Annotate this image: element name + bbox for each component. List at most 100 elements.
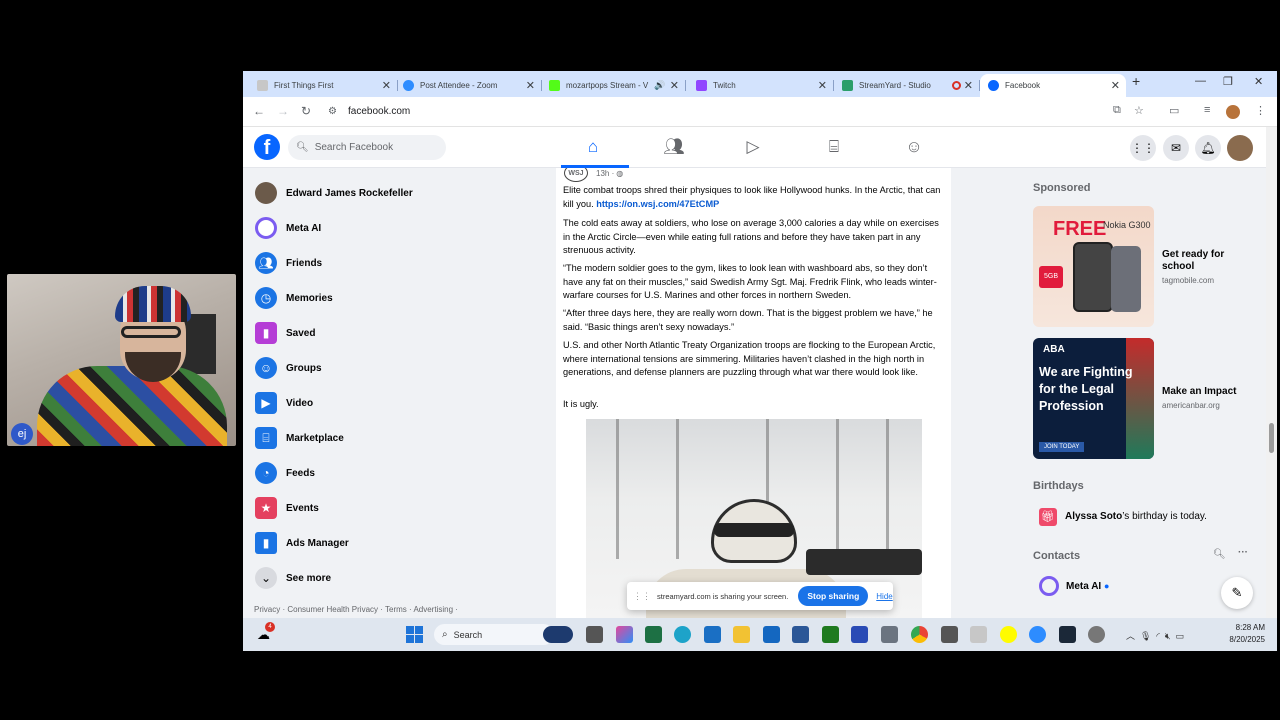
sidebar-item-events[interactable]: ★ Events xyxy=(255,496,319,520)
close-icon[interactable]: ✕ xyxy=(818,79,827,92)
task-view-icon[interactable] xyxy=(586,626,603,643)
snapchat-icon[interactable] xyxy=(1000,626,1017,643)
teams-icon[interactable] xyxy=(851,626,868,643)
marketplace-tab-icon[interactable]: ⌸ xyxy=(819,137,849,157)
friends-tab-icon[interactable]: 👥︎ xyxy=(659,137,689,157)
drag-handle-icon[interactable]: ⋮⋮ xyxy=(633,591,651,602)
cast-icon[interactable]: ▭ xyxy=(1169,104,1179,117)
close-icon[interactable]: ✕ xyxy=(382,79,391,92)
sidebar-item-see-more[interactable]: ⌄ See more xyxy=(255,566,331,590)
hide-button[interactable]: Hide xyxy=(876,592,892,601)
scrollbar-thumb[interactable] xyxy=(1269,423,1274,453)
ad-title[interactable]: Make an Impact xyxy=(1162,386,1252,398)
post-timestamp[interactable]: 13h · xyxy=(596,169,614,178)
ad-image-tagmobile[interactable]: FREE Nokia G300 5GB xyxy=(1033,206,1154,327)
camera-icon[interactable] xyxy=(941,626,958,643)
account-avatar[interactable] xyxy=(1227,135,1253,161)
windows-start-icon[interactable] xyxy=(406,626,423,643)
windows-taskbar: ☁ 4 ⌕ Search ︿ 🎙︎ ◜ 🔇︎ ▭ 8:28 AM 8/20/20… xyxy=(243,618,1277,651)
edge-icon[interactable] xyxy=(674,626,691,643)
sidebar-item-saved[interactable]: ▮ Saved xyxy=(255,321,315,345)
word-icon[interactable] xyxy=(792,626,809,643)
xbox-icon[interactable] xyxy=(822,626,839,643)
video-tab-icon[interactable]: ▷ xyxy=(738,137,768,157)
post-author-avatar[interactable]: WSJ xyxy=(564,168,588,182)
tab-twitch[interactable]: Twitch ✕ xyxy=(688,74,834,97)
right-sidebar: Sponsored FREE Nokia G300 5GB Get ready … xyxy=(963,168,1266,618)
post-link[interactable]: https://on.wsj.com/47EtCMP xyxy=(596,199,719,209)
more-menu-icon[interactable]: ⋮ xyxy=(1255,104,1266,117)
birthday-text[interactable]: Alyssa Soto’s birthday is today. xyxy=(1065,511,1207,522)
calculator-icon[interactable] xyxy=(881,626,898,643)
zoom-icon[interactable] xyxy=(1029,626,1046,643)
url-input[interactable]: facebook.com xyxy=(348,106,410,117)
close-icon[interactable]: ✕ xyxy=(1111,79,1120,92)
site-info-icon[interactable]: ⚙ xyxy=(328,106,337,117)
webcam-person-hat xyxy=(115,286,191,322)
settings-gear-icon[interactable] xyxy=(1088,626,1105,643)
ad-image-aba[interactable]: ABA We are Fighting for the Legal Profes… xyxy=(1033,338,1154,459)
footer-links[interactable]: Privacy · Consumer Health Privacy · Term… xyxy=(254,605,458,614)
taskbar-search-input[interactable]: ⌕ Search xyxy=(434,624,554,645)
tab-streamyard[interactable]: StreamYard - Studio ✕ xyxy=(834,74,980,97)
profile-avatar[interactable] xyxy=(1226,105,1240,119)
groups-tab-icon[interactable]: ☺ xyxy=(899,137,929,157)
more-options-icon[interactable]: ··· xyxy=(1238,547,1248,558)
speaker-icon[interactable]: 🔊 xyxy=(654,80,665,91)
sidebar-item-memories[interactable]: ◷ Memories xyxy=(255,286,333,310)
media-controls-icon[interactable]: ≡ xyxy=(1204,104,1210,116)
search-icon[interactable]: 🔍︎ xyxy=(1213,549,1226,560)
ad-title[interactable]: Get ready for school xyxy=(1162,249,1252,273)
file-explorer-icon[interactable] xyxy=(733,626,750,643)
excel-icon[interactable] xyxy=(645,626,662,643)
scrollbar[interactable] xyxy=(1266,127,1277,618)
new-message-icon[interactable]: ✎ xyxy=(1221,577,1253,609)
search-highlight-icon[interactable] xyxy=(543,626,573,643)
stop-sharing-button[interactable]: Stop sharing xyxy=(798,586,869,606)
reload-icon[interactable]: ↻ xyxy=(301,104,311,118)
sidebar-item-feeds[interactable]: ◔ Feeds xyxy=(255,461,315,485)
tab-kick-stream[interactable]: mozartpops Stream - V 🔊 ✕ xyxy=(541,74,686,97)
install-app-icon[interactable]: ⧉ xyxy=(1113,104,1121,117)
sidebar-item-profile[interactable]: Edward James Rockefeller xyxy=(255,181,413,205)
forward-arrow-icon[interactable]: → xyxy=(277,104,289,118)
contact-meta-ai[interactable]: Meta AI ● xyxy=(1066,581,1109,592)
copilot-icon[interactable] xyxy=(616,626,633,643)
facebook-logo[interactable]: f xyxy=(254,134,280,160)
notifications-bell-icon[interactable]: 🔔︎ xyxy=(1195,135,1221,161)
tab-facebook[interactable]: Facebook ✕ xyxy=(980,74,1126,97)
marketplace-icon: ⌸ xyxy=(255,427,277,449)
steam-icon[interactable] xyxy=(1059,626,1076,643)
back-arrow-icon[interactable]: ← xyxy=(253,104,265,118)
sidebar-item-friends[interactable]: 👥︎ Friends xyxy=(255,251,322,275)
sidebar-item-marketplace[interactable]: ⌸ Marketplace xyxy=(255,426,344,450)
home-icon[interactable]: ⌂ xyxy=(578,137,608,157)
chrome-icon[interactable] xyxy=(911,626,928,643)
sidebar-item-ads-manager[interactable]: ▮ Ads Manager xyxy=(255,531,349,555)
store-icon[interactable] xyxy=(704,626,721,643)
bookmark-star-icon[interactable]: ☆ xyxy=(1134,104,1144,117)
clock-time: 8:28 AM xyxy=(1235,623,1265,632)
sidebar-item-video[interactable]: ▶ Video xyxy=(255,391,313,415)
search-input[interactable]: 🔍︎ Search Facebook xyxy=(288,135,446,160)
close-icon[interactable]: ✕ xyxy=(670,79,679,92)
app-icon[interactable] xyxy=(970,626,987,643)
post-paragraph: “After three days here, they are really … xyxy=(563,308,933,332)
maximize-icon[interactable]: ❐ xyxy=(1223,75,1233,88)
messenger-icon[interactable]: ✉ xyxy=(1163,135,1189,161)
system-clock[interactable]: 8:28 AM 8/20/2025 xyxy=(1221,622,1265,646)
minimize-icon[interactable]: — xyxy=(1195,75,1206,87)
close-icon[interactable]: ✕ xyxy=(964,79,973,92)
tab-zoom[interactable]: Post Attendee - Zoom ✕ xyxy=(395,74,542,97)
close-icon[interactable]: ✕ xyxy=(526,79,535,92)
sidebar-item-groups[interactable]: ☺ Groups xyxy=(255,356,322,380)
ad-image-cta: JOIN TODAY xyxy=(1039,442,1085,452)
system-tray[interactable]: ︿ 🎙︎ ◜ 🔇︎ ▭ xyxy=(1126,629,1184,642)
outlook-icon[interactable] xyxy=(763,626,780,643)
new-tab-icon[interactable]: + xyxy=(1132,73,1140,89)
tab-first-things-first[interactable]: First Things First ✕ xyxy=(249,74,398,97)
window-close-icon[interactable]: ✕ xyxy=(1254,75,1263,88)
menu-grid-icon[interactable]: ⋮⋮ xyxy=(1130,135,1156,161)
tab-label: Twitch xyxy=(713,81,736,90)
sidebar-item-meta-ai[interactable]: Meta AI xyxy=(255,216,321,240)
